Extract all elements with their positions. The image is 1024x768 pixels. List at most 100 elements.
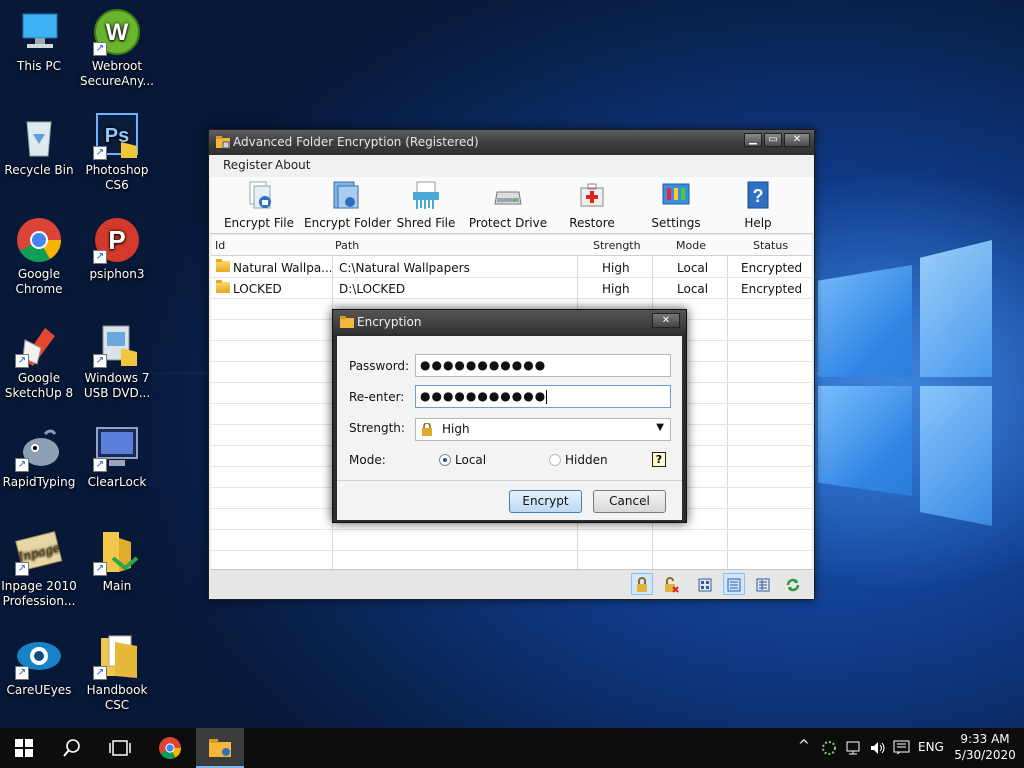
table-row[interactable]: LOCKED D:\LOCKED High Local Encrypted (211, 278, 812, 299)
desktop-icon-recycle-bin[interactable]: Recycle Bin (0, 112, 78, 178)
unlock-view-button[interactable] (660, 573, 682, 595)
lock-view-button[interactable] (631, 573, 653, 595)
chrome-icon (15, 216, 63, 264)
list-view-button[interactable] (723, 573, 745, 595)
desktop-icon-label: ClearLock (87, 475, 147, 489)
protect-drive-button[interactable]: Protect Drive (468, 177, 548, 234)
network-icon[interactable] (845, 740, 863, 756)
start-button[interactable] (0, 728, 48, 768)
desktop-icon-label: Photoshop (85, 163, 149, 177)
reenter-value: ●●●●●●●●●●● (420, 389, 547, 403)
desktop-icon-google-chrome[interactable]: Google Chrome (0, 216, 78, 297)
language-indicator[interactable]: ENG (918, 740, 944, 754)
sketchup-icon: ↗ (15, 320, 63, 368)
mode-hidden-label[interactable]: Hidden (565, 453, 608, 467)
encrypt-folder-button[interactable]: Encrypt Folder (304, 177, 391, 234)
clock-date: 5/30/2020 (954, 748, 1016, 762)
desktop-icon-photoshop[interactable]: Ps ↗ Photoshop CS6 (78, 112, 156, 193)
reenter-label: Re-enter: (349, 390, 405, 404)
shortcut-arrow-icon: ↗ (15, 562, 29, 576)
padlock-icon (422, 423, 432, 436)
shortcut-arrow-icon: ↗ (93, 562, 107, 576)
menu-register[interactable]: Register (223, 158, 272, 172)
cell-mode: Local (677, 282, 709, 296)
desktop-icon-psiphon3[interactable]: P ↗ psiphon3 (78, 216, 156, 282)
search-button[interactable] (48, 728, 96, 768)
column-header-strength[interactable]: Strength (593, 239, 641, 252)
lock-icon (637, 577, 647, 592)
loading-spinner-icon[interactable] (821, 740, 837, 756)
desktop-icon-label: CS6 (105, 178, 129, 192)
shortcut-arrow-icon: ↗ (15, 666, 29, 680)
cell-id: LOCKED (233, 282, 282, 296)
cell-path: D:\LOCKED (339, 282, 406, 296)
desktop-icon-label: Webroot (91, 59, 143, 73)
toolbar: Encrypt File Encrypt Folder Shred File P… (210, 177, 813, 234)
maximize-button[interactable]: ▭ (764, 133, 782, 147)
column-header-mode[interactable]: Mode (676, 239, 706, 252)
show-hidden-icons-chevron[interactable]: ^ (798, 738, 810, 754)
window-controls: ▁ ▭ ✕ (744, 133, 810, 147)
mode-hidden-radio[interactable] (549, 454, 561, 466)
desktop-icon-handbook-csc[interactable]: ↗ Handbook CSC (78, 632, 156, 713)
minimize-button[interactable]: ▁ (744, 133, 762, 147)
desktop-icon-clearlock[interactable]: ↗ ClearLock (78, 424, 156, 490)
volume-icon[interactable] (869, 740, 887, 756)
desktop-icon-rapidtyping[interactable]: ↗ RapidTyping (0, 424, 78, 490)
shortcut-arrow-icon: ↗ (15, 354, 29, 368)
action-center-icon[interactable] (893, 740, 911, 756)
taskbar-folder-encryption[interactable] (196, 728, 244, 768)
password-field[interactable]: ●●●●●●●●●●● (415, 354, 671, 377)
menu-about[interactable]: About (275, 158, 310, 172)
eye-icon: ↗ (15, 632, 63, 680)
computer-icon (15, 8, 63, 56)
dialog-titlebar[interactable]: Encryption ✕ (333, 310, 686, 334)
cancel-button[interactable]: Cancel (593, 490, 666, 513)
reenter-password-field[interactable]: ●●●●●●●●●●● (415, 385, 671, 408)
column-header-status[interactable]: Status (753, 239, 788, 252)
desktop-icon-careueyes[interactable]: ↗ CareUEyes (0, 632, 78, 698)
desktop-icon-windows7-usb[interactable]: ↗ Windows 7 USB DVD... (78, 320, 156, 401)
dialog-title: Encryption (357, 315, 422, 329)
column-header-id[interactable]: Id (215, 239, 225, 252)
main-titlebar[interactable]: Advanced Folder Encryption (Registered) … (209, 130, 814, 155)
taskbar-chrome[interactable] (146, 728, 194, 768)
strength-label: Strength: (349, 421, 405, 435)
dialog-close-button[interactable]: ✕ (652, 313, 680, 328)
desktop-icon-webroot[interactable]: W ↗ Webroot SecureAny... (78, 8, 156, 89)
encryption-dialog: Encryption ✕ Password: ●●●●●●●●●●● Re-en… (332, 309, 687, 523)
desktop-icon-inpage[interactable]: Inpage ↗ Inpage 2010 Profession... (0, 528, 78, 609)
windows-logo-pane (818, 386, 912, 496)
clock[interactable]: 9:33 AM 5/30/2020 (950, 731, 1020, 763)
encrypt-button[interactable]: Encrypt (509, 490, 582, 513)
large-icons-view-button[interactable] (694, 573, 716, 595)
refresh-button[interactable] (782, 573, 804, 595)
cell-strength: High (602, 282, 630, 296)
folder-icon: ↗ (93, 528, 141, 576)
help-button[interactable]: ? Help (738, 177, 778, 234)
restore-button[interactable]: Restore (562, 177, 622, 234)
desktop-icon-main[interactable]: ↗ Main (78, 528, 156, 594)
mode-local-label[interactable]: Local (455, 453, 486, 467)
desktop-icon-google-sketchup[interactable]: ↗ Google SketchUp 8 (0, 320, 78, 401)
app-folder-icon (216, 136, 230, 149)
task-view-button[interactable] (96, 728, 144, 768)
shred-file-button[interactable]: Shred File (394, 177, 458, 234)
psiphon-icon: P ↗ (93, 216, 141, 264)
desktop-icon-label: Chrome (15, 282, 63, 296)
close-button[interactable]: ✕ (784, 133, 810, 147)
desktop-icon-label: Profession... (2, 594, 76, 608)
details-view-button[interactable] (752, 573, 774, 595)
encrypt-file-button[interactable]: Encrypt File (222, 177, 296, 234)
windows-logo-pane (920, 240, 992, 377)
strength-select[interactable]: High ▼ (415, 418, 671, 441)
column-header-path[interactable]: Path (335, 239, 359, 252)
table-row[interactable]: Natural Wallpa... C:\Natural Wallpapers … (211, 257, 812, 278)
settings-button[interactable]: Settings (648, 177, 704, 234)
mode-local-radio[interactable] (439, 454, 451, 466)
tool-label: Shred File (396, 216, 456, 230)
desktop-icon-this-pc[interactable]: This PC (0, 8, 78, 74)
cell-strength: High (602, 261, 630, 275)
desktop-icon-label: Google (17, 371, 61, 385)
help-question-icon[interactable]: ? (652, 452, 666, 467)
